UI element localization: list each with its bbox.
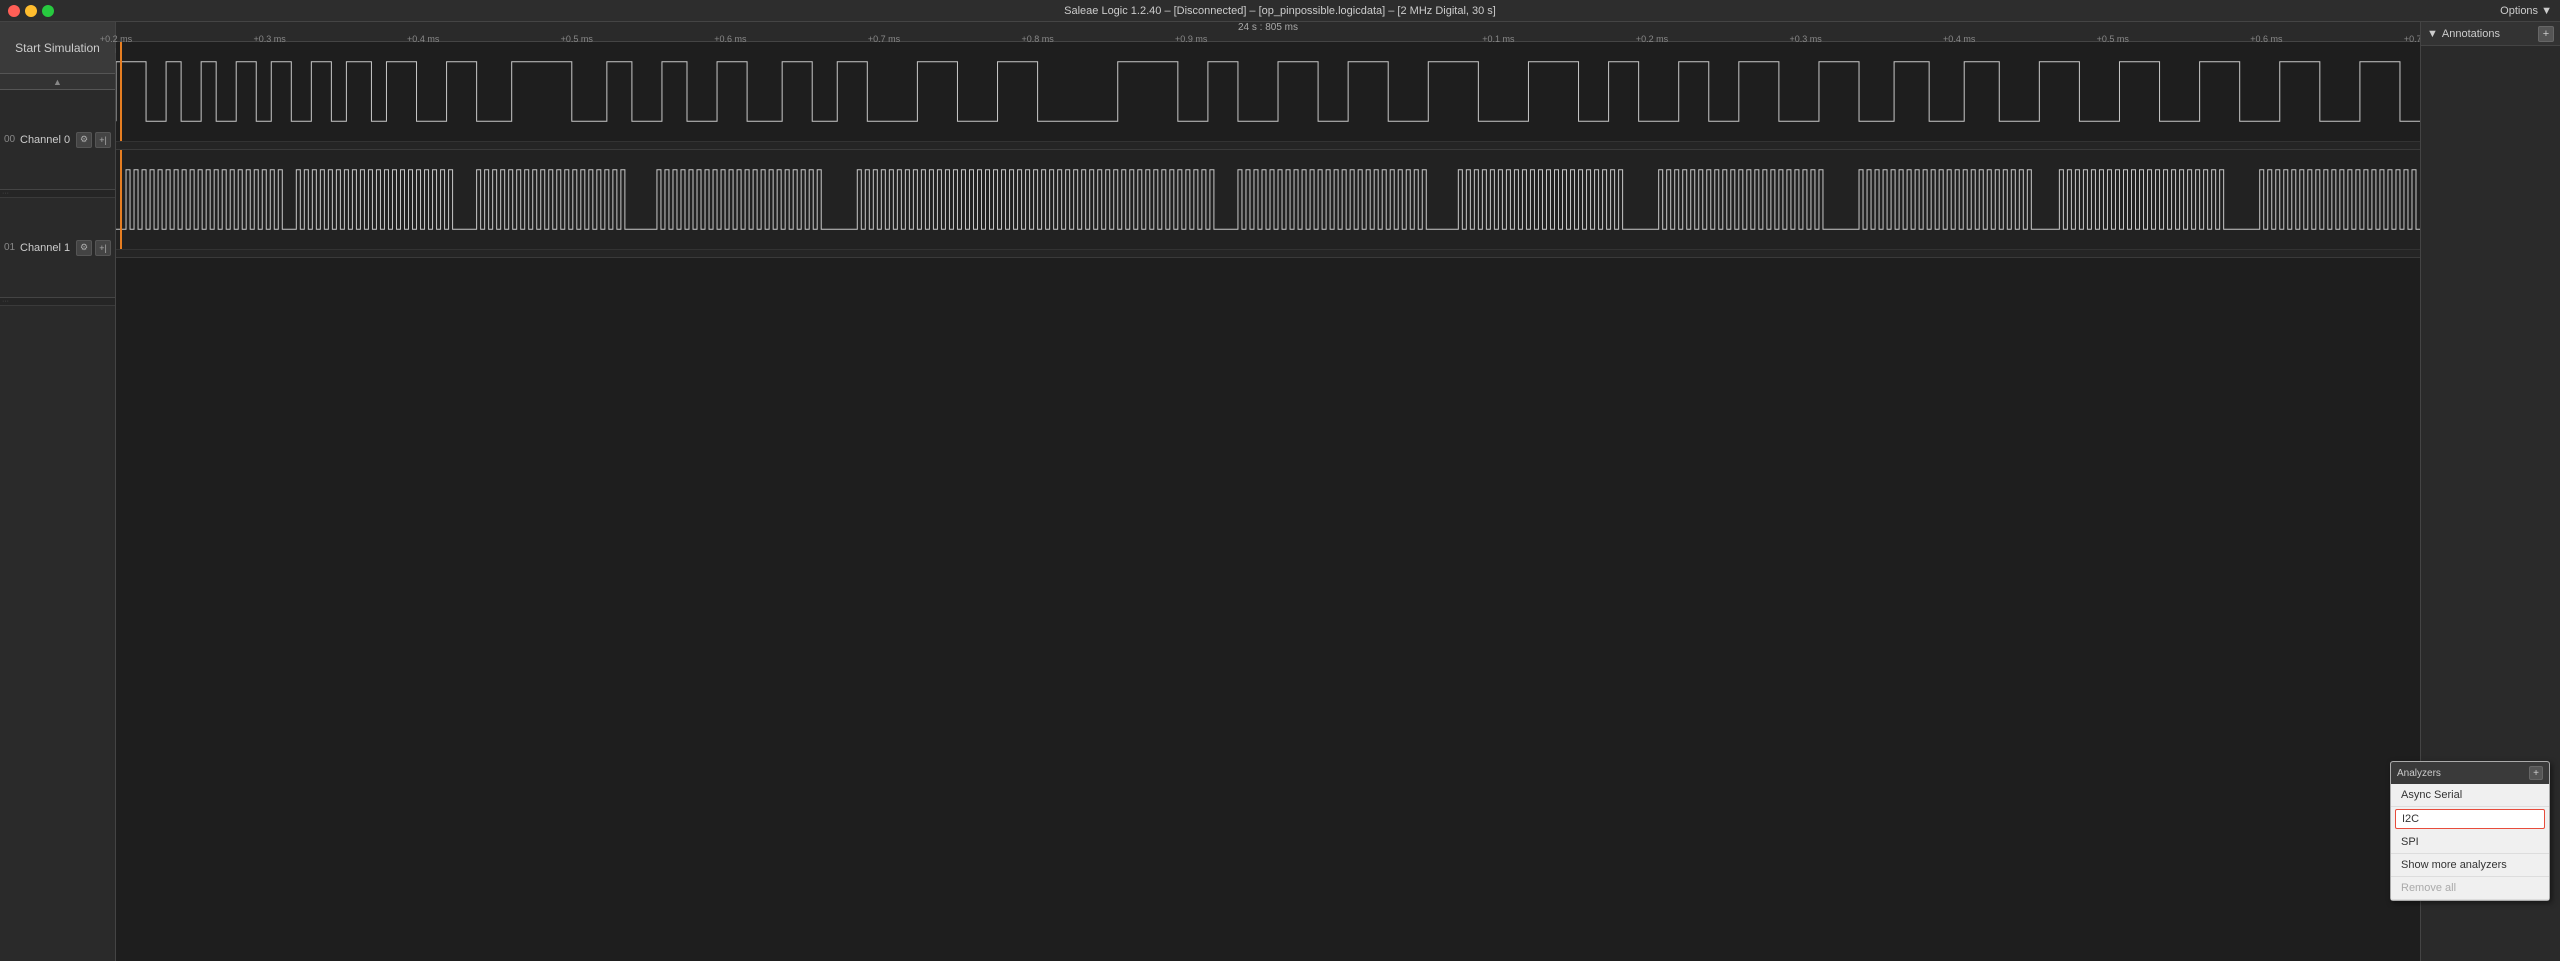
cursor-line-ch0 — [120, 42, 122, 141]
options-button[interactable]: Options ▼ — [2500, 5, 2552, 17]
time-ruler: 24 s : 805 ms +0.2 ms+0.3 ms+0.4 ms+0.5 … — [116, 22, 2420, 42]
center-time-text: 24 s : 805 ms — [1238, 22, 1298, 33]
channel-0-name: Channel 0 — [20, 134, 76, 146]
scroll-up-button[interactable]: ▲ — [0, 74, 115, 90]
analyzer-i2c[interactable]: I2C — [2395, 809, 2545, 829]
channel-1-label-row: 01 Channel 1 ⚙ +| — [0, 198, 115, 298]
channel-divider-0: ··· — [0, 190, 115, 198]
divider-dots-1: ··· — [2, 298, 9, 305]
channel-0-waveform — [116, 42, 2420, 142]
channel-0-settings-button[interactable]: ⚙ — [76, 132, 92, 148]
channel-1-name: Channel 1 — [20, 242, 76, 254]
analyzer-dropdown-header: Analyzers + — [2391, 762, 2549, 784]
channel-0-add-button[interactable]: +| — [95, 132, 111, 148]
title-bar: Saleae Logic 1.2.40 – [Disconnected] – [… — [0, 0, 2560, 22]
analyzer-async-serial[interactable]: Async Serial — [2391, 784, 2549, 807]
close-button[interactable] — [8, 5, 20, 17]
waveform-area[interactable] — [116, 42, 2420, 961]
annotations-add-button[interactable]: + — [2538, 26, 2554, 42]
annotations-chevron-icon: ▼ — [2427, 28, 2438, 40]
divider-dots-0: ··· — [2, 190, 9, 197]
channel-divider-1: ··· — [0, 298, 115, 306]
annotations-title: ▼ Annotations — [2427, 28, 2500, 40]
window-title: Saleae Logic 1.2.40 – [Disconnected] – [… — [1064, 5, 1496, 17]
start-simulation-button[interactable]: Start Simulation — [0, 22, 115, 74]
channel-divider-waveform — [116, 142, 2420, 150]
analyzer-show-more[interactable]: Show more analyzers — [2391, 854, 2549, 877]
window-controls — [8, 5, 54, 17]
time-center-label: 24 s : 805 ms — [116, 22, 2420, 34]
channel-0-number: 00 — [4, 134, 20, 145]
analyzer-remove-all[interactable]: Remove all — [2391, 877, 2549, 900]
channel-1-waveform — [116, 150, 2420, 250]
channel-1-settings-button[interactable]: ⚙ — [76, 240, 92, 256]
annotations-label: Annotations — [2442, 28, 2500, 40]
channel-0-svg — [116, 42, 2420, 141]
channel-1-icons: ⚙ +| — [76, 240, 111, 256]
minimize-button[interactable] — [25, 5, 37, 17]
channel-1-number: 01 — [4, 242, 20, 253]
analyzer-dropdown-add-button[interactable]: + — [2529, 766, 2543, 780]
annotations-header: ▼ Annotations + — [2421, 22, 2560, 46]
analyzer-dropdown-title: Analyzers — [2397, 768, 2441, 779]
channel-0-label-row: 00 Channel 0 ⚙ +| — [0, 90, 115, 190]
channel-1-svg — [116, 150, 2420, 249]
maximize-button[interactable] — [42, 5, 54, 17]
analyzer-spi[interactable]: SPI — [2391, 831, 2549, 854]
main-area: 24 s : 805 ms +0.2 ms+0.3 ms+0.4 ms+0.5 … — [116, 22, 2420, 961]
channel-divider-waveform-2 — [116, 250, 2420, 258]
analyzer-dropdown: Analyzers + Async Serial I2C SPI Show mo… — [2390, 761, 2550, 901]
channel-1-add-button[interactable]: +| — [95, 240, 111, 256]
left-panel: Start Simulation ▲ 00 Channel 0 ⚙ +| ···… — [0, 22, 116, 961]
channel-0-icons: ⚙ +| — [76, 132, 111, 148]
cursor-line-ch1 — [120, 150, 122, 249]
